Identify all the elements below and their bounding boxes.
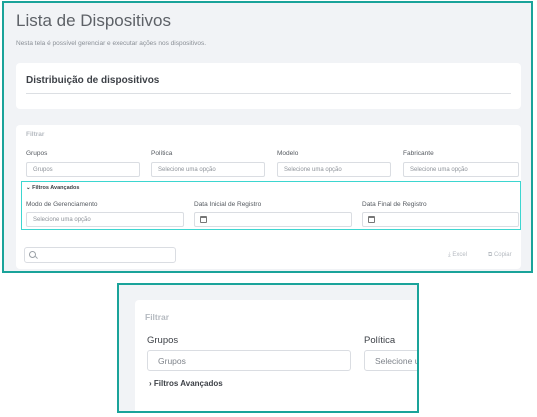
distribution-title: Distribuição de dispositivos: [26, 75, 160, 86]
search-input[interactable]: [24, 247, 176, 263]
excel-button[interactable]: ⤓ Excel: [448, 252, 467, 259]
politica-label-zoom: Política: [364, 335, 396, 346]
calendar-icon: [200, 216, 207, 223]
politica-label: Política: [151, 150, 173, 157]
page-subtitle: Nesta tela é possível gerenciar e execut…: [16, 40, 207, 47]
grupos-label: Grupos: [26, 150, 48, 157]
filter-card-zoom: Filtrar Grupos Grupos Política Selecione…: [135, 300, 417, 411]
politica-select[interactable]: Selecione uma opção: [151, 162, 265, 177]
data-inicial-label: Data Inicial de Registro: [194, 201, 262, 208]
copy-icon: ⧉: [488, 252, 493, 258]
data-inicial-input[interactable]: [194, 212, 352, 227]
chevron-down-icon: ⌄: [26, 185, 31, 191]
advanced-filters-label-zoom: Filtros Avançados: [153, 379, 223, 388]
zoom-screenshot-frame: Filtrar Grupos Grupos Política Selecione…: [117, 283, 419, 413]
fabricante-label: Fabricante: [403, 150, 434, 157]
chevron-right-icon: ›: [149, 379, 152, 388]
main-screenshot-frame: Lista de Dispositivos Nesta tela é possí…: [2, 1, 533, 273]
modo-gerenciamento-select[interactable]: Selecione uma opção: [26, 212, 184, 227]
copy-button[interactable]: ⧉ Copiar: [488, 252, 512, 259]
modo-gerenciamento-label: Modo de Gerenciamento: [26, 201, 98, 208]
search-icon: [29, 251, 36, 258]
advanced-filters-toggle[interactable]: ⌄ Filtros Avançados: [26, 185, 79, 191]
politica-select-zoom[interactable]: Selecione uma opção: [364, 350, 417, 371]
grupos-label-zoom: Grupos: [147, 335, 179, 346]
fabricante-select[interactable]: Selecione uma opção: [403, 162, 519, 177]
grupos-select-zoom[interactable]: Grupos: [147, 350, 351, 371]
filter-card: Filtrar Grupos Grupos Política Selecione…: [16, 125, 521, 269]
filter-title-zoom: Filtrar: [145, 312, 170, 322]
modelo-select[interactable]: Selecione uma opção: [277, 162, 391, 177]
distribution-card: Distribuição de dispositivos: [16, 63, 521, 109]
divider: [26, 93, 511, 94]
download-icon: ⤓: [448, 252, 451, 258]
data-final-input[interactable]: [362, 212, 519, 227]
grupos-select[interactable]: Grupos: [26, 162, 140, 177]
data-final-label: Data Final de Registro: [362, 201, 427, 208]
calendar-icon: [368, 216, 375, 223]
advanced-filters-toggle-zoom[interactable]: › Filtros Avançados: [149, 379, 223, 388]
filter-title: Filtrar: [26, 131, 45, 138]
advanced-filters-label: Filtros Avançados: [32, 185, 80, 191]
advanced-filters-panel: ⌄ Filtros Avançados Modo de Gerenciament…: [21, 181, 521, 230]
page-title: Lista de Dispositivos: [16, 11, 171, 30]
modelo-label: Modelo: [277, 150, 299, 157]
